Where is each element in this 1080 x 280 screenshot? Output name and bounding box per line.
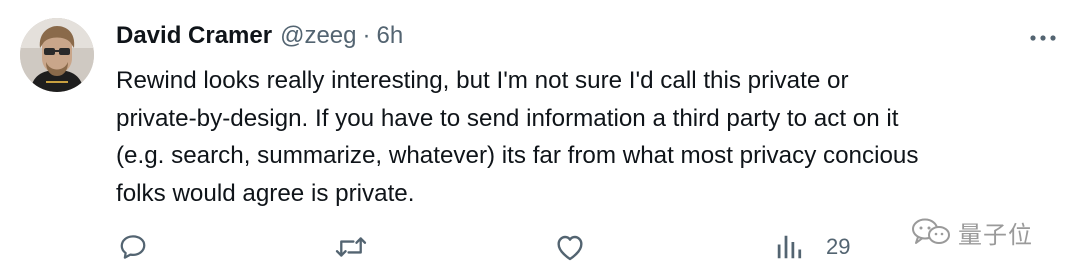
wechat-icon	[912, 218, 950, 244]
views-button[interactable]: 29	[774, 232, 850, 262]
like-button[interactable]	[554, 232, 586, 262]
analytics-icon	[777, 235, 802, 259]
separator-dot: ·	[362, 22, 371, 49]
reply-button[interactable]	[118, 232, 148, 262]
tweet-header: David Cramer @zeeg · 6h	[116, 22, 403, 56]
author-name[interactable]: David Cramer	[116, 22, 272, 50]
more-options-icon[interactable]	[1028, 28, 1058, 48]
author-handle[interactable]: @zeeg	[280, 22, 356, 50]
reply-icon	[120, 235, 146, 259]
heart-icon	[557, 235, 583, 261]
watermark: 量子位	[910, 212, 1033, 252]
avatar[interactable]	[20, 18, 94, 92]
tweet: David Cramer @zeeg · 6h Rewind looks rea…	[0, 0, 1080, 280]
views-count: 29	[826, 234, 851, 259]
retweet-icon	[335, 237, 367, 257]
tweet-text: Rewind looks really interesting, but I'm…	[116, 67, 919, 207]
retweet-button[interactable]	[334, 232, 368, 262]
tweet-timestamp[interactable]: 6h	[376, 22, 403, 50]
avatar-image	[20, 18, 94, 92]
watermark-text: 量子位	[958, 220, 1033, 249]
